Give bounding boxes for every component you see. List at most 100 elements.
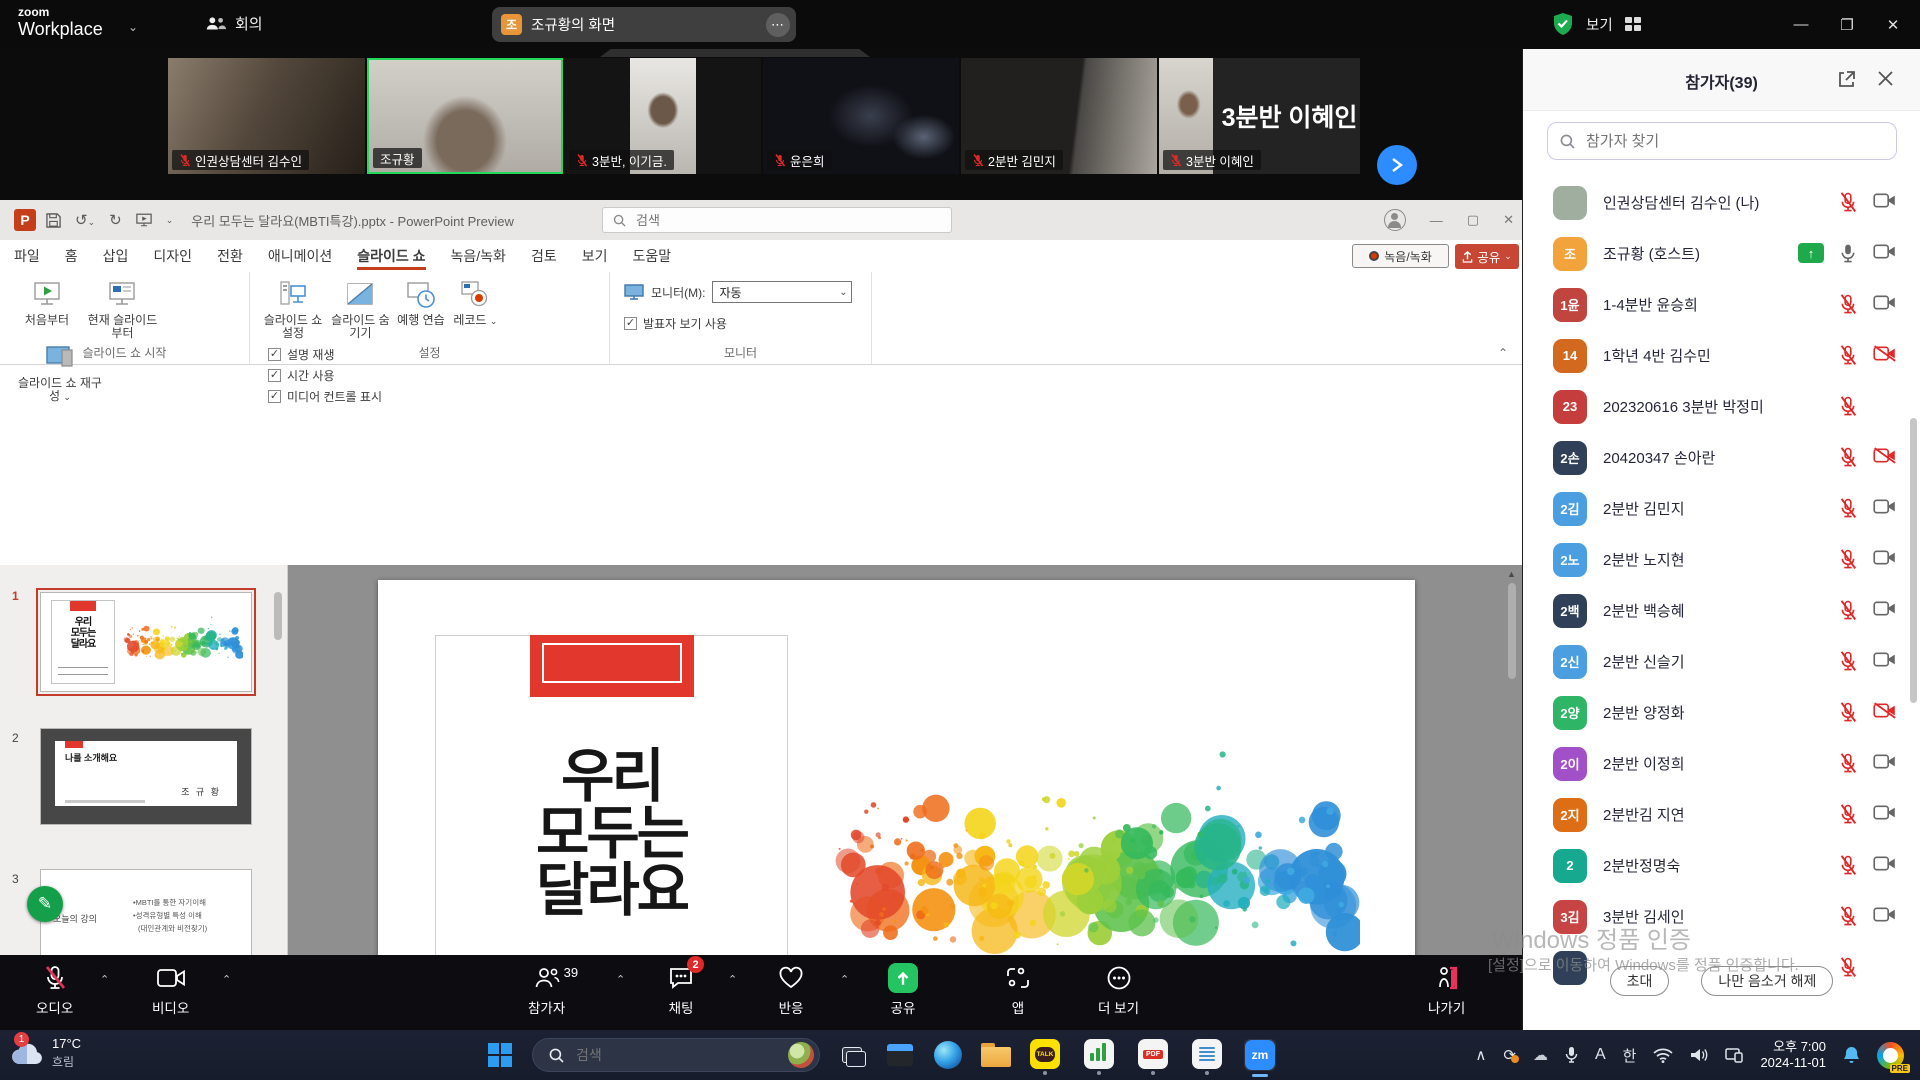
more-button[interactable]: 더 보기: [1098, 963, 1139, 1017]
mic-muted-icon[interactable]: [1838, 192, 1858, 218]
tray-mic-icon[interactable]: [1565, 1046, 1578, 1064]
volume-icon[interactable]: [1690, 1047, 1708, 1063]
minimize-button[interactable]: —: [1778, 16, 1824, 33]
chat-button[interactable]: 2 채팅: [668, 963, 694, 1017]
monitor-dropdown[interactable]: 자동⌄: [712, 281, 852, 303]
use-timings-checkbox[interactable]: ✓시간 사용: [268, 365, 382, 386]
camera-off-icon[interactable]: [1873, 702, 1896, 724]
camera-off-icon[interactable]: [1873, 447, 1896, 469]
mic-muted-icon[interactable]: [1838, 600, 1858, 626]
ppt-tab-도움말[interactable]: 도움말: [632, 240, 671, 272]
kakaotalk-icon[interactable]: TALK: [1030, 1039, 1060, 1069]
mic-muted-icon[interactable]: [1838, 447, 1858, 473]
zoom-app-icon[interactable]: zm: [1244, 1039, 1276, 1071]
from-current-slide-button[interactable]: 현재 슬라이드부터: [82, 277, 162, 340]
ppt-tab-보기[interactable]: 보기: [582, 240, 608, 272]
record-slideshow-button[interactable]: 레코드 ⌄: [451, 277, 499, 328]
participant-row[interactable]: 2신2분반 신슬기: [1523, 636, 1920, 687]
close-button[interactable]: ✕: [1870, 16, 1916, 34]
participant-row[interactable]: 22분반정명숙: [1523, 840, 1920, 891]
camera-on-icon[interactable]: [1873, 498, 1896, 520]
chat-chevron[interactable]: ⌃: [728, 973, 737, 986]
slideshow-icon[interactable]: [136, 213, 152, 227]
ppt-close-icon[interactable]: ✕: [1503, 212, 1514, 228]
apps-button[interactable]: 앱: [1005, 963, 1031, 1017]
camera-on-icon[interactable]: [1873, 294, 1896, 316]
audio-options-chevron[interactable]: ⌃: [100, 973, 109, 986]
taskbar-search[interactable]: [532, 1038, 820, 1072]
redo-icon[interactable]: ↻: [109, 211, 122, 229]
slide-thumbnail-1[interactable]: 우리모두는달라요: [40, 592, 252, 692]
shield-check-icon[interactable]: [1552, 12, 1574, 36]
ellipsis-icon[interactable]: ⋯: [766, 13, 790, 37]
edge-browser-icon[interactable]: [932, 1039, 964, 1071]
participant-row[interactable]: 23202320616 3분반 박정미: [1523, 381, 1920, 432]
participant-row[interactable]: 인권상담센터 김수인 (나): [1523, 177, 1920, 228]
camera-on-icon[interactable]: [1873, 243, 1896, 265]
settings-app-icon[interactable]: [884, 1039, 916, 1071]
audio-button[interactable]: 오디오: [36, 963, 73, 1017]
mic-muted-icon[interactable]: [1838, 651, 1858, 677]
setup-slideshow-button[interactable]: 슬라이드 쇼 설정: [260, 277, 326, 340]
ime-mode-a[interactable]: A: [1595, 1046, 1606, 1064]
rehearse-timings-button[interactable]: 예행 연습: [395, 277, 447, 327]
ppt-tab-애니메이션[interactable]: 애니메이션: [268, 240, 332, 272]
notes-app-icon[interactable]: [1192, 1039, 1222, 1069]
mic-on-icon[interactable]: [1838, 243, 1858, 269]
participant-search-input[interactable]: [1584, 132, 1864, 151]
shared-screen-tab[interactable]: 조 조규황의 화면 ⋯: [492, 7, 796, 42]
mic-muted-icon[interactable]: [1838, 396, 1858, 422]
mic-muted-icon[interactable]: [1838, 294, 1858, 320]
participant-row[interactable]: 2지2분반김 지연: [1523, 789, 1920, 840]
participant-row[interactable]: 2이2분반 이정희: [1523, 738, 1920, 789]
leave-button[interactable]: 나가기: [1428, 963, 1465, 1017]
ppt-tab-검토[interactable]: 검토: [531, 240, 557, 272]
video-tile[interactable]: 윤은희: [763, 58, 959, 174]
presenter-view-checkbox[interactable]: ✓발표자 보기 사용: [624, 313, 871, 334]
video-tile[interactable]: 3분반, 이기금.: [565, 58, 761, 174]
spreadsheet-app-icon[interactable]: [1084, 1039, 1114, 1069]
collapse-ribbon-icon[interactable]: ⌃: [1498, 346, 1508, 360]
camera-on-icon[interactable]: [1873, 855, 1896, 877]
onedrive-icon[interactable]: ☁: [1533, 1046, 1548, 1064]
participant-row[interactable]: 2노2분반 노지현: [1523, 534, 1920, 585]
ppt-tab-전환[interactable]: 전환: [217, 240, 243, 272]
ppt-tab-녹음-녹화[interactable]: 녹음/녹화: [451, 240, 506, 272]
participants-chevron[interactable]: ⌃: [616, 973, 625, 986]
record-toggle[interactable]: 녹음/녹화: [1352, 244, 1449, 268]
slide-thumbnail-3[interactable]: 오늘의 강의 •MBTI를 통한 자기이해•성격유형별 특성 이해(대인관계와 …: [40, 869, 252, 966]
view-grid-icon[interactable]: [1625, 17, 1641, 31]
wifi-icon[interactable]: [1653, 1048, 1673, 1063]
participant-search[interactable]: [1547, 122, 1897, 160]
participants-button[interactable]: 39 참가자: [528, 963, 565, 1017]
video-tile[interactable]: 인권상담센터 김수인: [168, 58, 365, 174]
mic-muted-icon[interactable]: [1838, 498, 1858, 524]
sync-update-icon[interactable]: ⟳: [1503, 1046, 1516, 1064]
tray-expand-icon[interactable]: ∧: [1475, 1046, 1486, 1064]
video-tile[interactable]: 2분반 김민지: [961, 58, 1157, 174]
camera-on-icon[interactable]: [1873, 192, 1896, 214]
ppt-tab-파일[interactable]: 파일: [14, 240, 40, 272]
taskbar-search-input[interactable]: [574, 1046, 764, 1064]
copilot-icon[interactable]: PRE: [1877, 1042, 1904, 1069]
ime-korean[interactable]: 한: [1623, 1045, 1637, 1066]
account-icon[interactable]: [1384, 209, 1406, 231]
view-label[interactable]: 보기: [1586, 14, 1613, 35]
meeting-tab[interactable]: 회의: [205, 13, 263, 34]
notification-bell-icon[interactable]: [1843, 1046, 1860, 1065]
video-tile[interactable]: 조규황: [367, 58, 563, 174]
participant-row[interactable]: 1윤1-4분반 윤승희: [1523, 279, 1920, 330]
participant-row[interactable]: 2양2분반 양정화: [1523, 687, 1920, 738]
camera-on-icon[interactable]: [1873, 549, 1896, 571]
pdf-app-icon[interactable]: PDF: [1138, 1039, 1168, 1069]
reactions-button[interactable]: 반응: [778, 963, 804, 1017]
video-options-chevron[interactable]: ⌃: [222, 973, 231, 986]
file-explorer-icon[interactable]: [980, 1039, 1012, 1071]
ppt-tab-슬라이드-쇼[interactable]: 슬라이드 쇼: [357, 240, 425, 272]
ppt-tab-홈[interactable]: 홈: [65, 240, 78, 272]
camera-on-icon[interactable]: [1873, 600, 1896, 622]
ppt-tab-삽입[interactable]: 삽입: [103, 240, 129, 272]
slide-thumbnail-2[interactable]: 나를 소개해요 조 규 황: [40, 728, 252, 825]
cast-icon[interactable]: [1725, 1047, 1743, 1063]
start-button[interactable]: [488, 1043, 512, 1067]
